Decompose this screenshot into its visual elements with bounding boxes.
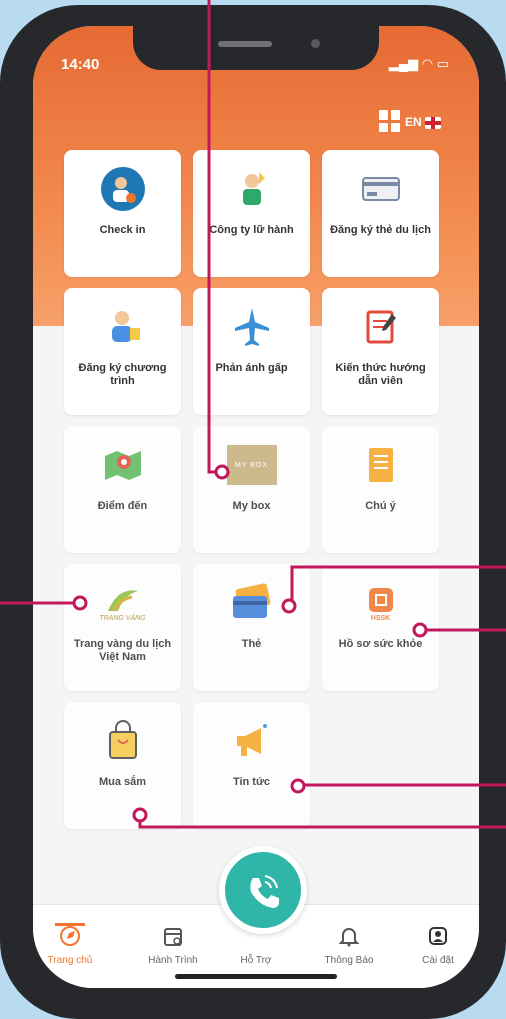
notice-document-icon — [368, 448, 393, 482]
tile-label: Phản ánh gấp — [215, 362, 288, 374]
guide-knowledge-icon — [366, 310, 396, 344]
side-button — [0, 212, 6, 290]
tab-label: Hỗ Trợ — [240, 955, 272, 966]
tile-notice[interactable]: Chú ý — [322, 426, 439, 553]
tab-settings[interactable]: Cài đặt — [401, 923, 475, 966]
tile-cards[interactable]: Thẻ — [193, 564, 310, 691]
camera — [311, 39, 320, 48]
signal-icon: ▂▄▆ — [388, 56, 419, 71]
tile-register-program[interactable]: Đăng ký chương trình — [64, 288, 181, 415]
notch — [133, 26, 379, 70]
tab-label: Thông Báo — [324, 955, 374, 966]
tile-check-in[interactable]: Check in — [64, 150, 181, 277]
app-screen: 14:40 ▂▄▆ ◠ ▭ EN Check in Công ty lữ hàn… — [33, 26, 479, 988]
tile-label: Thẻ — [241, 638, 262, 650]
tile-travel-company[interactable]: Công ty lữ hành — [193, 150, 310, 277]
register-program-icon — [111, 311, 140, 342]
tab-label: Hành Trình — [148, 955, 198, 966]
yellow-pages-icon — [107, 589, 138, 612]
cards-icon — [232, 583, 270, 618]
qr-code-icon[interactable] — [379, 110, 401, 132]
tile-yellow-pages[interactable]: TRANG VÀNG Trang vàng du lịch Việt Nam — [64, 564, 181, 691]
speaker — [218, 41, 272, 47]
tile-label: Chú ý — [365, 500, 396, 512]
my-box-icon: MY BOX — [226, 445, 277, 485]
support-call-button[interactable] — [219, 846, 307, 934]
tile-label: Đăng ký thẻ du lịch — [330, 224, 431, 236]
tab-home[interactable]: Trang chủ — [33, 923, 107, 966]
tab-itinerary[interactable]: Hành Trình — [136, 923, 210, 966]
bell-icon — [338, 928, 360, 947]
tile-label: Điểm đến — [97, 500, 148, 512]
tile-label: Kiến thức hướng dẫn viên — [335, 362, 426, 387]
travel-card-icon — [361, 177, 400, 201]
itinerary-calendar-icon — [164, 928, 182, 946]
check-in-icon — [100, 167, 145, 211]
settings-person-icon — [429, 927, 447, 945]
tile-health-record[interactable]: HSSK Hồ sơ sức khỏe — [322, 564, 439, 691]
yellow-pages-text: TRANG VÀNG — [99, 614, 146, 622]
side-button — [0, 306, 6, 384]
uk-flag-icon — [424, 116, 441, 129]
tile-label: Tin tức — [232, 776, 271, 788]
travel-company-icon — [242, 172, 265, 205]
megaphone-icon — [236, 724, 267, 756]
battery-icon: ▭ — [436, 56, 449, 71]
wifi-icon: ◠ — [421, 56, 434, 71]
support-call-icon — [250, 875, 279, 908]
tile-shopping[interactable]: Mua sắm — [64, 702, 181, 829]
home-indicator — [175, 974, 337, 979]
active-tab-indicator — [55, 923, 85, 926]
tile-destination[interactable]: Điểm đến — [64, 426, 181, 553]
tile-guide-knowledge[interactable]: Kiến thức hướng dẫn viên — [322, 288, 439, 415]
compass-icon — [60, 926, 80, 946]
language-label: EN — [405, 115, 422, 129]
tile-label: Check in — [99, 224, 146, 236]
destination-map-icon — [104, 451, 141, 480]
tile-label: Trang vàng du lịch Việt Nam — [73, 638, 172, 663]
tile-my-box[interactable]: MY BOX My box — [193, 426, 310, 553]
status-time: 14:40 — [61, 56, 100, 73]
tab-notifications[interactable]: Thông Báo — [312, 923, 386, 966]
language-switch[interactable]: EN — [405, 115, 441, 129]
my-box-icon-text: MY BOX — [234, 461, 269, 469]
health-record-icon — [368, 587, 393, 612]
tile-urgent-report[interactable]: Phản ánh gấp — [193, 288, 310, 415]
tile-news[interactable]: Tin tức — [193, 702, 310, 829]
tile-label: Mua sắm — [98, 776, 147, 788]
tile-travel-card[interactable]: Đăng ký thẻ du lịch — [322, 150, 439, 277]
tab-label: Trang chủ — [47, 955, 93, 966]
status-icons: ▂▄▆ ◠ ▭ — [389, 56, 449, 72]
tile-label: Đăng ký chương trình — [78, 362, 167, 387]
shopping-bag-icon — [108, 720, 137, 759]
health-record-text: HSSK — [370, 614, 391, 622]
tile-label: Công ty lữ hành — [209, 224, 294, 236]
side-button — [0, 140, 6, 184]
airplane-icon — [234, 308, 269, 346]
tab-label: Cài đặt — [422, 955, 454, 966]
tile-label: My box — [232, 500, 271, 512]
tile-label: Hồ sơ sức khỏe — [338, 638, 423, 650]
